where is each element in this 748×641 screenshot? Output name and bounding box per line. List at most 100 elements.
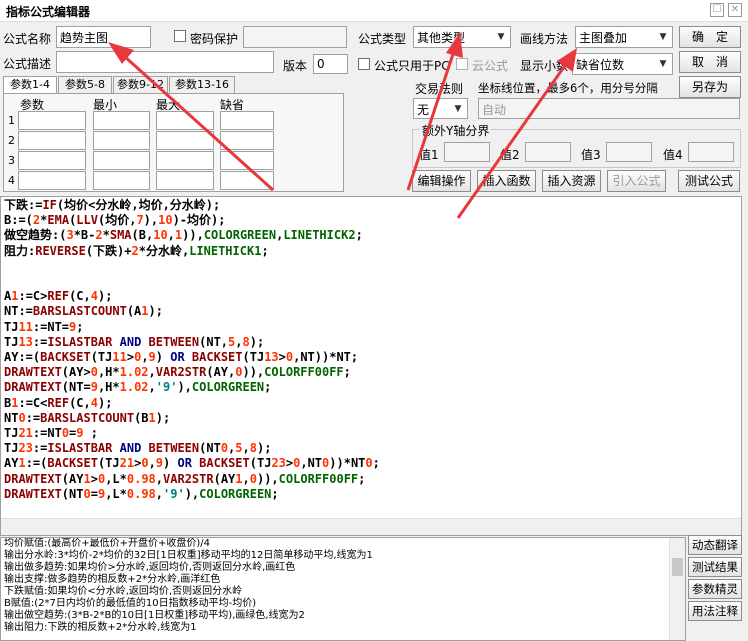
- output-text: 均价赋值:(最高价+最低价+开盘价+收盘价)/4 输出分水岭:3*均价-2*均价的…: [4, 538, 373, 634]
- scroll-thumb[interactable]: [672, 558, 683, 576]
- version-label: 版本: [283, 59, 308, 73]
- name-input[interactable]: 趋势主图: [56, 26, 151, 48]
- cancel-button[interactable]: 取 消: [679, 51, 741, 73]
- trade-rule-select[interactable]: 无 ▼: [413, 98, 468, 119]
- insert-resource-button[interactable]: 插入资源: [542, 170, 601, 192]
- desc-input[interactable]: [56, 51, 274, 73]
- title-bar: 指标公式编辑器 ☐ ✕: [0, 0, 748, 22]
- param-max-cell[interactable]: [156, 111, 214, 130]
- output-line: 输出做多趋势:如果均价>分水岭,返回均价,否则返回分水岭,画红色: [4, 562, 296, 573]
- chevron-down-icon: ▼: [659, 59, 667, 69]
- output-line: 输出支撑:做多趋势的相反数+2*分水岭,画洋红色: [4, 574, 221, 585]
- coord-input[interactable]: 自动: [478, 98, 740, 119]
- y-value-3-input[interactable]: [606, 142, 652, 162]
- code-line: A1:=C>REF(C,4);: [4, 289, 113, 304]
- param-min-cell[interactable]: [93, 151, 150, 170]
- code-line: 做空趋势:(3*B-2*SMA(B,10,1)),COLORGREEN,LINE…: [4, 228, 363, 243]
- insert-function-button[interactable]: 插入函数: [477, 170, 536, 192]
- cloud-checkbox[interactable]: [456, 58, 468, 70]
- param-min-cell[interactable]: [93, 131, 150, 150]
- code-line: DRAWTEXT(AY>0,H*1.02,VAR2STR(AY,0)),COLO…: [4, 365, 351, 380]
- decimals-label: 显示小数: [520, 59, 569, 73]
- param-row-number: 3: [8, 154, 15, 167]
- param-row-number: 1: [8, 114, 15, 127]
- y-value-1-label: 值1: [419, 148, 439, 162]
- param-name-cell[interactable]: [18, 171, 86, 190]
- param-wizard-button[interactable]: 参数精灵: [688, 579, 742, 599]
- output-line: 输出阻力:下跌的相反数+2*分水岭,线宽为1: [4, 622, 197, 633]
- draw-select[interactable]: 主图叠加 ▼: [575, 26, 673, 48]
- code-line: DRAWTEXT(AY1>0,L*0.98,VAR2STR(AY1,0)),CO…: [4, 471, 366, 486]
- y-value-1-input[interactable]: [444, 142, 490, 162]
- dynamic-translate-button[interactable]: 动态翻译: [688, 535, 742, 555]
- param-row-number: 2: [8, 134, 15, 147]
- test-formula-button[interactable]: 测试公式: [678, 170, 740, 192]
- password-input[interactable]: [243, 26, 347, 48]
- param-name-cell[interactable]: [18, 151, 86, 170]
- param-default-cell[interactable]: [220, 151, 274, 170]
- tab-params-1-4[interactable]: 参数1-4: [3, 76, 57, 93]
- pc-only-label: 公式只用于PC: [374, 59, 450, 73]
- param-default-cell[interactable]: [220, 131, 274, 150]
- output-line: 输出做空趋势:(3*B-2*B的10日[1日权重]移动平均),画绿色,线宽为2: [4, 610, 305, 621]
- code-line: DRAWTEXT(NT0=9,L*0.98,'9'),COLORGREEN;: [4, 486, 279, 501]
- code-line: DRAWTEXT(NT=9,H*1.02,'9'),COLORGREEN;: [4, 380, 272, 395]
- code-line: NT0:=BARSLASTCOUNT(B1);: [4, 410, 171, 425]
- y-value-3-label: 值3: [581, 148, 601, 162]
- param-max-cell[interactable]: [156, 131, 214, 150]
- decimals-select[interactable]: 缺省位数 ▼: [572, 53, 673, 75]
- code-line: B1:=C<REF(C,4);: [4, 395, 113, 410]
- type-select[interactable]: 其他类型 ▼: [413, 26, 511, 48]
- code-line: TJ21:=NT0=9 ;: [4, 426, 98, 441]
- tab-params-9-12[interactable]: 参数9-12: [113, 76, 168, 93]
- param-name-cell[interactable]: [18, 111, 86, 130]
- desc-label: 公式描述: [3, 57, 52, 71]
- code-line: TJ23:=ISLASTBAR AND BETWEEN(NT0,5,8);: [4, 441, 272, 456]
- param-default-cell[interactable]: [220, 111, 274, 130]
- code-line: 阻力:REVERSE(下跌)+2*分水岭,LINETHICK1;: [4, 243, 269, 258]
- version-input[interactable]: 0: [313, 54, 348, 74]
- y-value-4-label: 值4: [663, 148, 683, 162]
- chevron-down-icon: ▼: [497, 32, 505, 42]
- param-max-cell[interactable]: [156, 171, 214, 190]
- import-formula-button[interactable]: 引入公式: [607, 170, 666, 192]
- coord-label: 坐标线位置，最多6个，用分号分隔: [478, 81, 658, 95]
- type-select-value: 其他类型: [417, 31, 466, 45]
- tab-params-5-8[interactable]: 参数5-8: [58, 76, 112, 93]
- code-editor[interactable]: 下跌:=IF(均价<分水岭,均价,分水岭); B:=(2*EMA(LLV(均价,…: [0, 196, 742, 536]
- close-button[interactable]: ✕: [728, 3, 742, 17]
- restore-button[interactable]: ☐: [710, 3, 724, 17]
- param-min-cell[interactable]: [93, 111, 150, 130]
- name-label: 公式名称: [3, 32, 52, 46]
- y-value-2-input[interactable]: [525, 142, 571, 162]
- type-label: 公式类型: [358, 32, 407, 46]
- code-line: AY:=(BACKSET(TJ11>0,9) OR BACKSET(TJ13>0…: [4, 350, 359, 365]
- output-line: B赋值:(2*7日内均价的最低值的10日指数移动平均-均价): [4, 598, 257, 609]
- param-name-cell[interactable]: [18, 131, 86, 150]
- draw-select-value: 主图叠加: [579, 31, 628, 45]
- usage-notes-button[interactable]: 用法注释: [688, 601, 742, 621]
- chevron-down-icon: ▼: [659, 32, 667, 42]
- param-default-cell[interactable]: [220, 171, 274, 190]
- y-value-4-input[interactable]: [688, 142, 734, 162]
- ok-button[interactable]: 确 定: [679, 26, 741, 48]
- param-max-cell[interactable]: [156, 151, 214, 170]
- horizontal-scrollbar[interactable]: [1, 518, 741, 535]
- chevron-down-icon: ▼: [454, 104, 462, 114]
- edit-ops-button[interactable]: 编辑操作: [412, 170, 471, 192]
- tab-params-13-16[interactable]: 参数13-16: [169, 76, 235, 93]
- window-title: 指标公式编辑器: [6, 5, 91, 19]
- password-checkbox[interactable]: [174, 30, 186, 42]
- code-line: TJ11:=NT=9;: [4, 319, 84, 334]
- output-line: 下跌赋值:如果均价<分水岭,返回均价,否则返回分水岭: [4, 586, 243, 597]
- param-row-number: 4: [8, 174, 15, 187]
- pc-only-checkbox[interactable]: [358, 58, 370, 70]
- test-result-button[interactable]: 测试结果: [688, 557, 742, 577]
- code-line: B:=(2*EMA(LLV(均价,7),10)-均价);: [4, 213, 226, 228]
- param-min-cell[interactable]: [93, 171, 150, 190]
- code-line: 下跌:=IF(均价<分水岭,均价,分水岭);: [4, 198, 221, 212]
- vertical-scrollbar[interactable]: [669, 538, 685, 640]
- saveas-button[interactable]: 另存为: [679, 76, 741, 98]
- code-text: 下跌:=IF(均价<分水岭,均价,分水岭); B:=(2*EMA(LLV(均价,…: [4, 198, 380, 502]
- output-line: 输出分水岭:3*均价-2*均价的32日[1日权重]移动平均的12日简单移动平均,…: [4, 550, 373, 561]
